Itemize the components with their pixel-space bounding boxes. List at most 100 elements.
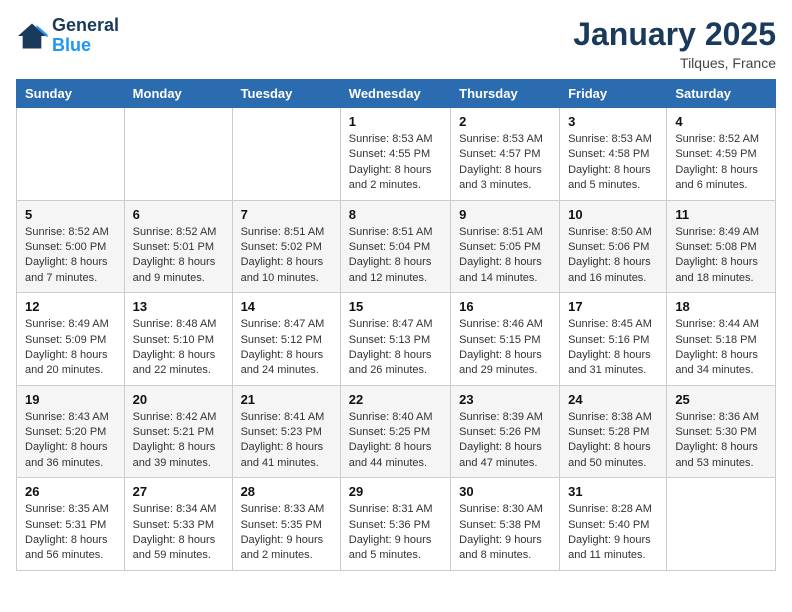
calendar-cell: 7 Sunrise: 8:51 AM Sunset: 5:02 PM Daylig… (232, 200, 340, 293)
day-info: Sunrise: 8:47 AM Sunset: 5:12 PM Dayligh… (241, 317, 332, 379)
day-info: Sunrise: 8:49 AM Sunset: 5:08 PM Dayligh… (675, 225, 767, 287)
calendar-cell: 11 Sunrise: 8:49 AM Sunset: 5:08 PM Dayli… (667, 200, 776, 293)
day-info: Sunrise: 8:45 AM Sunset: 5:16 PM Dayligh… (568, 317, 658, 379)
day-info: Sunrise: 8:33 AM Sunset: 5:35 PM Dayligh… (241, 502, 332, 564)
day-number: 12 (25, 299, 116, 314)
calendar-table: SundayMondayTuesdayWednesdayThursdayFrid… (16, 79, 776, 571)
calendar-cell: 14 Sunrise: 8:47 AM Sunset: 5:12 PM Dayli… (232, 293, 340, 386)
logo-icon (16, 22, 48, 50)
calendar-cell: 6 Sunrise: 8:52 AM Sunset: 5:01 PM Daylig… (124, 200, 232, 293)
day-info: Sunrise: 8:53 AM Sunset: 4:57 PM Dayligh… (459, 132, 551, 194)
day-info: Sunrise: 8:49 AM Sunset: 5:09 PM Dayligh… (25, 317, 116, 379)
day-number: 1 (349, 114, 442, 129)
day-number: 27 (133, 484, 224, 499)
day-info: Sunrise: 8:28 AM Sunset: 5:40 PM Dayligh… (568, 502, 658, 564)
calendar-week-3: 19 Sunrise: 8:43 AM Sunset: 5:20 PM Dayli… (17, 385, 776, 478)
day-number: 25 (675, 392, 767, 407)
calendar-cell: 2Sunrise: 8:53 AM Sunset: 4:57 PM Daylig… (451, 108, 560, 201)
day-number: 9 (459, 207, 551, 222)
calendar-cell: 30Sunrise: 8:30 AM Sunset: 5:38 PM Dayli… (451, 478, 560, 571)
calendar-cell: 12 Sunrise: 8:49 AM Sunset: 5:09 PM Dayli… (17, 293, 125, 386)
calendar-header-tuesday: Tuesday (232, 80, 340, 108)
day-number: 23 (459, 392, 551, 407)
calendar-header-friday: Friday (560, 80, 667, 108)
day-info: Sunrise: 8:34 AM Sunset: 5:33 PM Dayligh… (133, 502, 224, 564)
calendar-cell: 22 Sunrise: 8:40 AM Sunset: 5:25 PM Dayli… (340, 385, 450, 478)
calendar-header-row: SundayMondayTuesdayWednesdayThursdayFrid… (17, 80, 776, 108)
day-number: 17 (568, 299, 658, 314)
calendar-cell: 1 Sunrise: 8:53 AM Sunset: 4:55 PM Daylig… (340, 108, 450, 201)
day-info: Sunrise: 8:38 AM Sunset: 5:28 PM Dayligh… (568, 410, 658, 472)
day-number: 20 (133, 392, 224, 407)
day-number: 11 (675, 207, 767, 222)
calendar-cell: 3Sunrise: 8:53 AM Sunset: 4:58 PM Daylig… (560, 108, 667, 201)
day-number: 7 (241, 207, 332, 222)
calendar-cell: 17 Sunrise: 8:45 AM Sunset: 5:16 PM Dayli… (560, 293, 667, 386)
calendar-cell (667, 478, 776, 571)
calendar-header-wednesday: Wednesday (340, 80, 450, 108)
day-info: Sunrise: 8:48 AM Sunset: 5:10 PM Dayligh… (133, 317, 224, 379)
day-info: Sunrise: 8:40 AM Sunset: 5:25 PM Dayligh… (349, 410, 442, 472)
day-number: 4 (675, 114, 767, 129)
calendar-header-thursday: Thursday (451, 80, 560, 108)
calendar-cell: 10Sunrise: 8:50 AM Sunset: 5:06 PM Dayli… (560, 200, 667, 293)
calendar-week-4: 26 Sunrise: 8:35 AM Sunset: 5:31 PM Dayli… (17, 478, 776, 571)
day-info: Sunrise: 8:52 AM Sunset: 5:00 PM Dayligh… (25, 225, 116, 287)
day-info: Sunrise: 8:30 AM Sunset: 5:38 PM Dayligh… (459, 502, 551, 564)
calendar-cell: 18Sunrise: 8:44 AM Sunset: 5:18 PM Dayli… (667, 293, 776, 386)
calendar-cell: 13 Sunrise: 8:48 AM Sunset: 5:10 PM Dayli… (124, 293, 232, 386)
day-info: Sunrise: 8:41 AM Sunset: 5:23 PM Dayligh… (241, 410, 332, 472)
calendar-week-2: 12 Sunrise: 8:49 AM Sunset: 5:09 PM Dayli… (17, 293, 776, 386)
calendar-header-sunday: Sunday (17, 80, 125, 108)
day-info: Sunrise: 8:53 AM Sunset: 4:58 PM Dayligh… (568, 132, 658, 194)
calendar-cell: 20 Sunrise: 8:42 AM Sunset: 5:21 PM Dayli… (124, 385, 232, 478)
title-block: January 2025 Tilques, France (573, 16, 776, 71)
day-info: Sunrise: 8:39 AM Sunset: 5:26 PM Dayligh… (459, 410, 551, 472)
day-number: 16 (459, 299, 551, 314)
day-info: Sunrise: 8:31 AM Sunset: 5:36 PM Dayligh… (349, 502, 442, 564)
day-info: Sunrise: 8:47 AM Sunset: 5:13 PM Dayligh… (349, 317, 442, 379)
calendar-cell: 26 Sunrise: 8:35 AM Sunset: 5:31 PM Dayli… (17, 478, 125, 571)
day-info: Sunrise: 8:36 AM Sunset: 5:30 PM Dayligh… (675, 410, 767, 472)
day-number: 28 (241, 484, 332, 499)
calendar-cell: 19 Sunrise: 8:43 AM Sunset: 5:20 PM Dayli… (17, 385, 125, 478)
calendar-cell (124, 108, 232, 201)
calendar-week-1: 5Sunrise: 8:52 AM Sunset: 5:00 PM Daylig… (17, 200, 776, 293)
day-info: Sunrise: 8:53 AM Sunset: 4:55 PM Dayligh… (349, 132, 442, 194)
calendar-cell (232, 108, 340, 201)
calendar-cell: 15 Sunrise: 8:47 AM Sunset: 5:13 PM Dayli… (340, 293, 450, 386)
calendar-cell (17, 108, 125, 201)
day-number: 6 (133, 207, 224, 222)
day-number: 21 (241, 392, 332, 407)
calendar-header-saturday: Saturday (667, 80, 776, 108)
day-number: 13 (133, 299, 224, 314)
day-number: 15 (349, 299, 442, 314)
location: Tilques, France (573, 55, 776, 71)
day-number: 31 (568, 484, 658, 499)
calendar-cell: 4Sunrise: 8:52 AM Sunset: 4:59 PM Daylig… (667, 108, 776, 201)
calendar-cell: 16Sunrise: 8:46 AM Sunset: 5:15 PM Dayli… (451, 293, 560, 386)
day-info: Sunrise: 8:44 AM Sunset: 5:18 PM Dayligh… (675, 317, 767, 379)
calendar-cell: 29Sunrise: 8:31 AM Sunset: 5:36 PM Dayli… (340, 478, 450, 571)
day-info: Sunrise: 8:52 AM Sunset: 5:01 PM Dayligh… (133, 225, 224, 287)
day-info: Sunrise: 8:51 AM Sunset: 5:05 PM Dayligh… (459, 225, 551, 287)
page-header: General Blue January 2025 Tilques, Franc… (16, 16, 776, 71)
calendar-cell: 25 Sunrise: 8:36 AM Sunset: 5:30 PM Dayli… (667, 385, 776, 478)
calendar-week-0: 1 Sunrise: 8:53 AM Sunset: 4:55 PM Daylig… (17, 108, 776, 201)
day-info: Sunrise: 8:42 AM Sunset: 5:21 PM Dayligh… (133, 410, 224, 472)
day-number: 24 (568, 392, 658, 407)
day-number: 14 (241, 299, 332, 314)
calendar-cell: 24 Sunrise: 8:38 AM Sunset: 5:28 PM Dayli… (560, 385, 667, 478)
calendar-cell: 31 Sunrise: 8:28 AM Sunset: 5:40 PM Dayli… (560, 478, 667, 571)
day-info: Sunrise: 8:35 AM Sunset: 5:31 PM Dayligh… (25, 502, 116, 564)
day-number: 26 (25, 484, 116, 499)
day-info: Sunrise: 8:43 AM Sunset: 5:20 PM Dayligh… (25, 410, 116, 472)
day-info: Sunrise: 8:51 AM Sunset: 5:02 PM Dayligh… (241, 225, 332, 287)
calendar-cell: 5Sunrise: 8:52 AM Sunset: 5:00 PM Daylig… (17, 200, 125, 293)
calendar-cell: 28 Sunrise: 8:33 AM Sunset: 5:35 PM Dayli… (232, 478, 340, 571)
day-info: Sunrise: 8:51 AM Sunset: 5:04 PM Dayligh… (349, 225, 442, 287)
calendar-cell: 23 Sunrise: 8:39 AM Sunset: 5:26 PM Dayli… (451, 385, 560, 478)
day-number: 19 (25, 392, 116, 407)
day-number: 22 (349, 392, 442, 407)
calendar-cell: 8Sunrise: 8:51 AM Sunset: 5:04 PM Daylig… (340, 200, 450, 293)
